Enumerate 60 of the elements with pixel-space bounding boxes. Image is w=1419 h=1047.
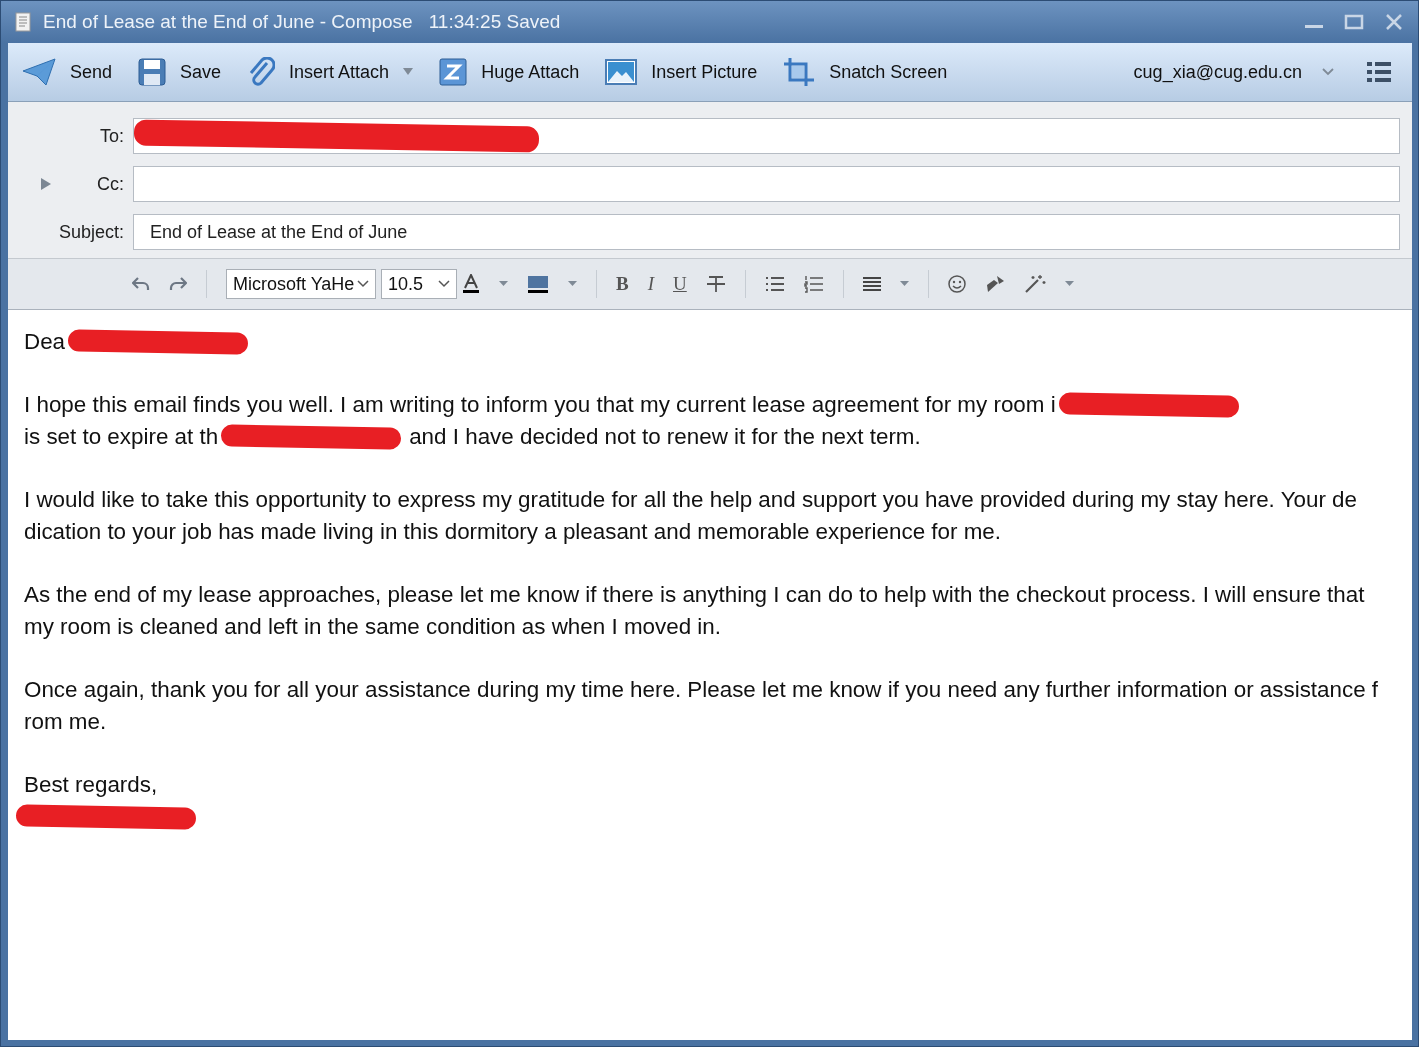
body-text: I hope this email finds you well. I am writing to inform you that my current lease agreement for my room i xyxy=(24,392,1056,418)
input-field[interactable] xyxy=(133,166,1400,202)
account-selector[interactable]: cug_xia@cug.edu.cn xyxy=(1131,59,1304,85)
redo-icon[interactable] xyxy=(169,277,187,291)
magic-wand-icon[interactable] xyxy=(1023,274,1046,294)
brush-icon[interactable] xyxy=(984,275,1005,293)
body-text: rom me. xyxy=(24,709,107,735)
expand-triangle-icon[interactable] xyxy=(41,178,51,190)
toolbar-button[interactable]: Send xyxy=(22,53,127,91)
document-icon xyxy=(15,12,31,32)
smiley-icon[interactable] xyxy=(947,275,966,293)
chevron-down-icon[interactable] xyxy=(1322,68,1334,76)
chevron-down-icon xyxy=(438,280,450,288)
body-text: Dea xyxy=(24,329,66,355)
body-text: my room is cleaned and left in the same condition as when I moved in. xyxy=(24,614,721,640)
toolbar-button[interactable]: Insert Attach xyxy=(247,53,428,91)
window-title: End of Lease at the End of June - Compose xyxy=(43,11,413,33)
body-text: Best regards, xyxy=(24,772,158,798)
field-label: To: xyxy=(100,125,124,147)
body-text: Once again, thank you for all your assistance during my time here. Please let me know if you need any further information or assistance f xyxy=(24,677,1379,703)
underline-button[interactable]: U xyxy=(673,273,687,295)
field-label: Cc: xyxy=(97,173,124,195)
highlight-icon[interactable] xyxy=(527,275,549,293)
strikethrough-icon[interactable] xyxy=(705,275,726,293)
font-dropdown[interactable]: Microsoft YaHe xyxy=(226,269,376,299)
italic-button[interactable]: I xyxy=(647,273,654,295)
toolbar-button[interactable]: Save xyxy=(138,54,236,90)
paper-plane-icon xyxy=(22,57,56,87)
huge-attach-icon xyxy=(439,58,468,86)
body-text: dication to your job has made living in this dormitory a pleasant and memorable experience for me. xyxy=(24,519,1001,545)
bullet-list-icon[interactable] xyxy=(764,276,785,292)
text-color-icon[interactable] xyxy=(462,274,480,294)
toolbar-button[interactable]: Huge Attach xyxy=(439,54,594,90)
align-icon[interactable] xyxy=(862,277,881,291)
body-text: and I have decided not to renew it for the next term. xyxy=(409,424,921,450)
crop-icon xyxy=(783,57,816,87)
dropdown-caret-icon[interactable] xyxy=(899,281,909,287)
numbered-list-icon[interactable] xyxy=(803,275,824,293)
dropdown-caret-icon[interactable] xyxy=(499,281,508,287)
maximize-icon[interactable] xyxy=(1344,12,1364,32)
body-text: As the end of my lease approaches, please let me know if there is anything I can do to help with the checkout process. I will ensure that xyxy=(24,582,1365,608)
picture-icon xyxy=(605,59,638,85)
input-field[interactable] xyxy=(133,118,1400,154)
message-body[interactable] xyxy=(8,310,1412,1040)
input-field[interactable]: End of Lease at the End of June xyxy=(133,214,1400,250)
bold-button[interactable]: B xyxy=(616,273,629,295)
field-label: Subject: xyxy=(58,221,124,243)
dropdown-caret-icon[interactable] xyxy=(1064,281,1074,287)
saved-status: 11:34:25 Saved xyxy=(428,11,561,33)
body-text: I would like to take this opportunity to express my gratitude for all the help and support you have provided during my stay here. Your de xyxy=(24,487,1358,513)
undo-icon[interactable] xyxy=(132,277,150,291)
body-text: is set to expire at th xyxy=(24,424,219,450)
paperclip-icon xyxy=(247,57,276,87)
toolbar-button[interactable]: Insert Picture xyxy=(605,55,772,89)
dropdown-caret-icon[interactable] xyxy=(568,281,577,287)
toolbar-button[interactable]: Snatch Screen xyxy=(783,53,962,91)
chevron-down-icon xyxy=(357,280,369,288)
font-size-dropdown[interactable]: 10.5 xyxy=(381,269,457,299)
menu-icon[interactable] xyxy=(1366,61,1392,83)
close-icon[interactable] xyxy=(1384,12,1404,32)
